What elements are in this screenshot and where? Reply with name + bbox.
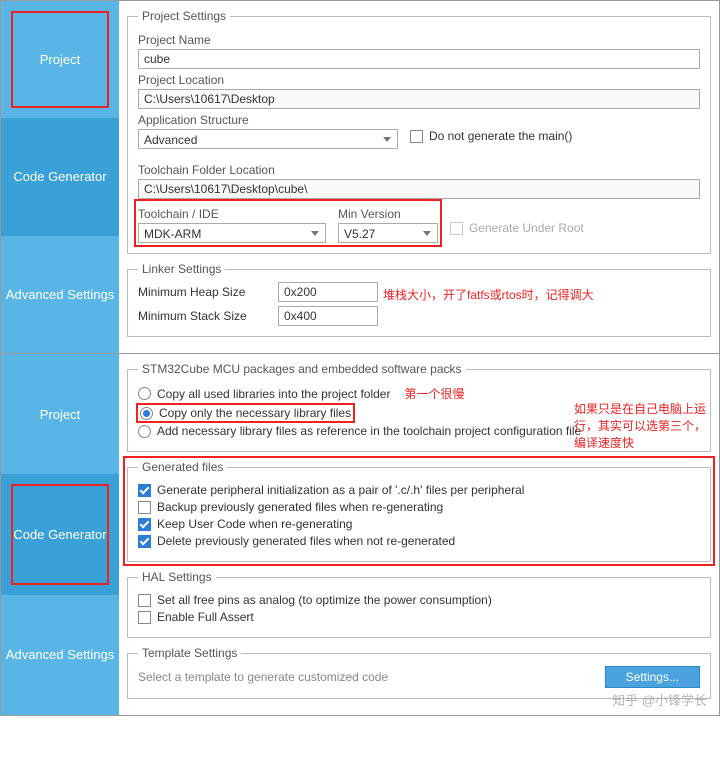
project-settings-legend: Project Settings: [138, 9, 230, 23]
keep-user-code-label: Keep User Code when re-generating: [157, 517, 352, 531]
copy-necessary-radio[interactable]: [140, 407, 153, 420]
free-pins-analog-checkbox[interactable]: [138, 594, 151, 607]
sidebar-tab-advanced-settings-2[interactable]: Advanced Settings: [1, 595, 119, 715]
no-main-checkbox[interactable]: [410, 130, 423, 143]
toolchain-ide-select[interactable]: MDK-ARM: [138, 223, 326, 243]
copy-all-label: Copy all used libraries into the project…: [157, 387, 390, 401]
add-reference-label: Add necessary library files as reference…: [157, 424, 581, 438]
project-settings-panel: Project Settings Project Name Project Lo…: [119, 1, 719, 353]
packages-note-1: 第一个很慢: [404, 385, 464, 402]
project-location-input[interactable]: [138, 89, 700, 109]
copy-all-radio[interactable]: [138, 387, 151, 400]
app-structure-label: Application Structure: [138, 113, 700, 127]
sidebar-tab-code-generator[interactable]: Code Generator: [1, 118, 119, 235]
generate-under-root-label: Generate Under Root: [469, 221, 584, 235]
generated-files-fieldset: Generated files Generate peripheral init…: [127, 460, 711, 562]
min-version-label: Min Version: [338, 207, 438, 221]
generated-files-legend: Generated files: [138, 460, 227, 474]
generate-under-root-checkbox: [450, 222, 463, 235]
min-version-select[interactable]: V5.27: [338, 223, 438, 243]
enable-full-assert-checkbox[interactable]: [138, 611, 151, 624]
heap-size-label: Minimum Heap Size: [138, 285, 268, 299]
linker-note: 堆栈大小，开了fatfs或rtos时，记得调大: [383, 286, 594, 303]
backup-checkbox[interactable]: [138, 501, 151, 514]
hal-settings-legend: HAL Settings: [138, 570, 216, 584]
sidebar-tab-project-2[interactable]: Project: [1, 354, 119, 474]
stack-size-label: Minimum Stack Size: [138, 309, 268, 323]
add-reference-radio[interactable]: [138, 425, 151, 438]
template-settings-legend: Template Settings: [138, 646, 241, 660]
project-name-input[interactable]: [138, 49, 700, 69]
delete-prev-label: Delete previously generated files when n…: [157, 534, 455, 548]
packages-note-2: 如果只是在自己电脑上运行，其实可以选第三个，编译速度快: [574, 400, 714, 451]
packages-fieldset: STM32Cube MCU packages and embedded soft…: [127, 362, 711, 452]
toolchain-ide-label: Toolchain / IDE: [138, 207, 326, 221]
gen-per-peripheral-label: Generate peripheral initialization as a …: [157, 483, 524, 497]
sidebar-tab-project[interactable]: Project: [1, 1, 119, 118]
enable-full-assert-label: Enable Full Assert: [157, 610, 254, 624]
delete-prev-checkbox[interactable]: [138, 535, 151, 548]
free-pins-analog-label: Set all free pins as analog (to optimize…: [157, 593, 492, 607]
linker-settings-fieldset: Linker Settings Minimum Heap Size Minimu…: [127, 262, 711, 337]
sidebar-tab-code-generator-2[interactable]: Code Generator: [1, 474, 119, 594]
packages-legend: STM32Cube MCU packages and embedded soft…: [138, 362, 466, 376]
keep-user-code-checkbox[interactable]: [138, 518, 151, 531]
template-text: Select a template to generate customized…: [138, 670, 388, 684]
sidebar-tab-advanced-settings[interactable]: Advanced Settings: [1, 236, 119, 353]
no-main-label: Do not generate the main(): [429, 129, 572, 143]
stack-size-input[interactable]: [278, 306, 378, 326]
template-settings-button[interactable]: Settings...: [605, 666, 700, 688]
code-generator-panel: STM32Cube MCU packages and embedded soft…: [119, 354, 719, 715]
project-name-label: Project Name: [138, 33, 700, 47]
linker-settings-legend: Linker Settings: [138, 262, 225, 276]
app-structure-select[interactable]: Advanced: [138, 129, 398, 149]
project-location-label: Project Location: [138, 73, 700, 87]
tc-folder-label: Toolchain Folder Location: [138, 163, 700, 177]
heap-size-input[interactable]: [278, 282, 378, 302]
copy-necessary-label: Copy only the necessary library files: [159, 406, 351, 420]
project-settings-fieldset: Project Settings Project Name Project Lo…: [127, 9, 711, 254]
watermark-text: 知乎 @小锋学长: [612, 690, 707, 709]
backup-label: Backup previously generated files when r…: [157, 500, 443, 514]
tc-folder-input[interactable]: [138, 179, 700, 199]
gen-per-peripheral-checkbox[interactable]: [138, 484, 151, 497]
hal-settings-fieldset: HAL Settings Set all free pins as analog…: [127, 570, 711, 638]
